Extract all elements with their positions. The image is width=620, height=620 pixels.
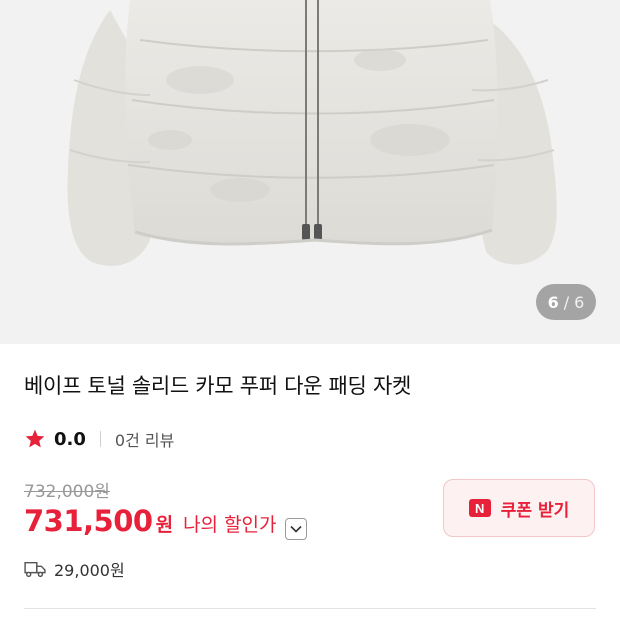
truck-icon xyxy=(24,561,46,578)
product-title: 베이프 토널 솔리드 카모 푸퍼 다운 패딩 자켓 xyxy=(24,374,411,398)
review-count-link[interactable]: 0건 리뷰 xyxy=(115,427,174,451)
product-image-gallery[interactable]: 6 / 6 xyxy=(0,0,620,344)
discount-detail-toggle[interactable] xyxy=(284,518,307,540)
image-counter-current: 6 xyxy=(547,292,559,312)
image-counter-separator: / xyxy=(563,292,570,312)
sale-price-unit: 원 xyxy=(155,514,174,536)
get-coupon-label: 쿠폰 받기 xyxy=(500,500,570,521)
image-counter: 6 / 6 xyxy=(536,284,596,320)
chevron-down-icon xyxy=(289,525,302,533)
sale-price-amount: 731,500 xyxy=(24,504,153,538)
section-divider xyxy=(24,608,596,609)
rating-row: 0.0 0건 리뷰 xyxy=(24,426,174,452)
product-image-jacket xyxy=(0,0,620,344)
star-icon xyxy=(25,429,45,448)
shipping-row: 29,000원 xyxy=(24,556,125,582)
original-price: 732,000원 xyxy=(24,482,110,502)
my-discount-label: 나의 할인가 xyxy=(183,514,277,536)
rating-divider xyxy=(99,431,101,447)
shipping-fee: 29,000원 xyxy=(54,561,125,580)
rating-value: 0.0 xyxy=(54,428,86,450)
sale-price-row: 731,500 원 나의 할인가 xyxy=(24,504,307,540)
image-counter-total: 6 xyxy=(574,292,585,312)
get-coupon-button[interactable]: N 쿠폰 받기 xyxy=(443,479,595,537)
naver-logo-icon: N xyxy=(468,499,491,517)
